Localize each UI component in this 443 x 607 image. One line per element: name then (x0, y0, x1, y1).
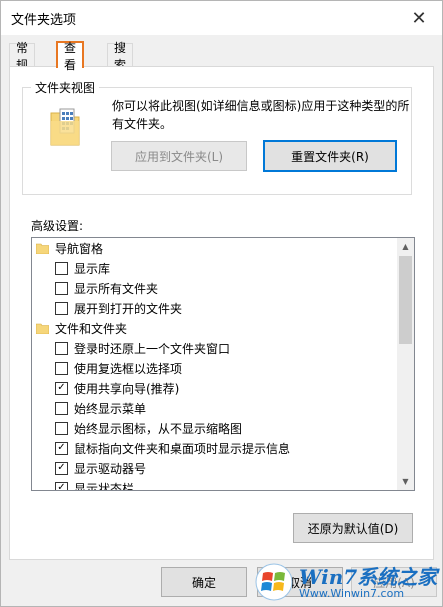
scroll-down-button[interactable]: ▼ (397, 473, 414, 490)
tab-general[interactable]: 常规 (9, 41, 36, 72)
window-title: 文件夹选项 (11, 13, 77, 28)
reset-folders-button[interactable]: 重置文件夹(R) (263, 140, 397, 172)
setting-checkbox-row[interactable]: 登录时还原上一个文件夹窗口 (32, 338, 398, 358)
setting-checkbox-row[interactable]: 始终显示图标，从不显示缩略图 (32, 418, 398, 438)
setting-label: 始终显示图标，从不显示缩略图 (74, 421, 243, 436)
scroll-up-button[interactable]: ▲ (397, 238, 414, 255)
folder-view-icon (50, 108, 80, 146)
setting-checkbox-row[interactable]: 显示库 (32, 258, 398, 278)
tab-label: 查看 (64, 40, 77, 72)
setting-label: 登录时还原上一个文件夹窗口 (74, 341, 231, 356)
setting-label: 显示状态栏 (74, 481, 135, 491)
apply-to-folders-button[interactable]: 应用到文件夹(L) (111, 141, 247, 171)
setting-label: 显示库 (74, 261, 111, 276)
setting-checkbox-row[interactable]: 展开到打开的文件夹 (32, 298, 398, 318)
close-icon: ✕ (411, 7, 427, 29)
setting-checkbox-row[interactable]: 始终显示菜单 (32, 398, 398, 418)
settings-group-header: 文件和文件夹 (32, 318, 398, 338)
setting-checkbox-row[interactable]: 使用复选框以选择项 (32, 358, 398, 378)
watermark-url: Www.Winwin7.com (299, 587, 405, 600)
checkbox[interactable] (55, 281, 68, 295)
setting-label: 展开到打开的文件夹 (74, 301, 183, 316)
title-bar[interactable]: 文件夹选项 ✕ (1, 1, 442, 35)
advanced-settings-list[interactable]: 导航窗格显示库显示所有文件夹展开到打开的文件夹文件和文件夹登录时还原上一个文件夹… (31, 237, 415, 491)
chevron-down-icon: ▼ (402, 477, 409, 486)
button-label: 还原为默认值(D) (307, 521, 399, 536)
advanced-settings-label: 高级设置: (31, 219, 84, 233)
tab-search[interactable]: 搜索 (107, 41, 134, 72)
folder-nav-icon (36, 243, 49, 254)
checkbox[interactable]: ✓ (55, 461, 68, 475)
setting-checkbox-row[interactable]: 显示所有文件夹 (32, 278, 398, 298)
checkbox[interactable]: ✓ (55, 381, 68, 395)
setting-label: 显示驱动器号 (74, 461, 147, 476)
windows-logo-icon (255, 563, 293, 601)
checkbox[interactable] (55, 421, 68, 435)
watermark-brand: Win7系统之家 (299, 565, 438, 589)
checkbox[interactable] (55, 301, 68, 315)
folder-view-description: 你可以将此视图(如详细信息或图标)应用于这种类型的所有文件夹。 (112, 99, 410, 131)
setting-label: 鼠标指向文件夹和桌面项时显示提示信息 (74, 441, 291, 456)
setting-label: 文件和文件夹 (55, 321, 128, 336)
vertical-scrollbar[interactable]: ▲ ▼ (397, 238, 414, 490)
setting-label: 使用共享向导(推荐) (74, 381, 180, 396)
checkbox[interactable] (55, 401, 68, 415)
checkbox[interactable] (55, 341, 68, 355)
setting-label: 显示所有文件夹 (74, 281, 159, 296)
chevron-up-icon: ▲ (402, 242, 409, 251)
setting-label: 使用复选框以选择项 (74, 361, 183, 376)
checkbox[interactable] (55, 361, 68, 375)
advanced-settings-rows: 导航窗格显示库显示所有文件夹展开到打开的文件夹文件和文件夹登录时还原上一个文件夹… (32, 238, 398, 491)
button-label: 应用到文件夹(L) (134, 149, 224, 164)
checkbox[interactable]: ✓ (55, 441, 68, 455)
setting-checkbox-row[interactable]: ✓ 显示状态栏 (32, 478, 398, 491)
close-button[interactable]: ✕ (396, 1, 442, 35)
checkbox[interactable]: ✓ (55, 481, 68, 490)
button-label: 确定 (191, 575, 216, 590)
button-label: 重置文件夹(R) (291, 149, 369, 164)
setting-label: 导航窗格 (55, 241, 104, 256)
restore-defaults-button[interactable]: 还原为默认值(D) (293, 513, 413, 543)
scroll-thumb[interactable] (399, 256, 412, 344)
folder-icon (36, 323, 49, 334)
site-watermark: Win7系统之家 Www.Winwin7.com (249, 559, 441, 605)
ok-button[interactable]: 确定 (161, 567, 247, 597)
setting-checkbox-row[interactable]: ✓ 使用共享向导(推荐) (32, 378, 398, 398)
setting-checkbox-row[interactable]: ✓ 显示驱动器号 (32, 458, 398, 478)
setting-label: 始终显示菜单 (74, 401, 147, 416)
tab-view[interactable]: 查看 (56, 41, 85, 72)
folder-view-group-label: 文件夹视图 (31, 79, 100, 96)
folder-options-dialog: 文件夹选项 ✕ 常规 查看 搜索 文件夹视图 你可以将此视图(如详细信息或图标)… (0, 0, 443, 607)
setting-checkbox-row[interactable]: ✓ 鼠标指向文件夹和桌面项时显示提示信息 (32, 438, 398, 458)
settings-group-header: 导航窗格 (32, 238, 398, 258)
checkbox[interactable] (55, 261, 68, 275)
